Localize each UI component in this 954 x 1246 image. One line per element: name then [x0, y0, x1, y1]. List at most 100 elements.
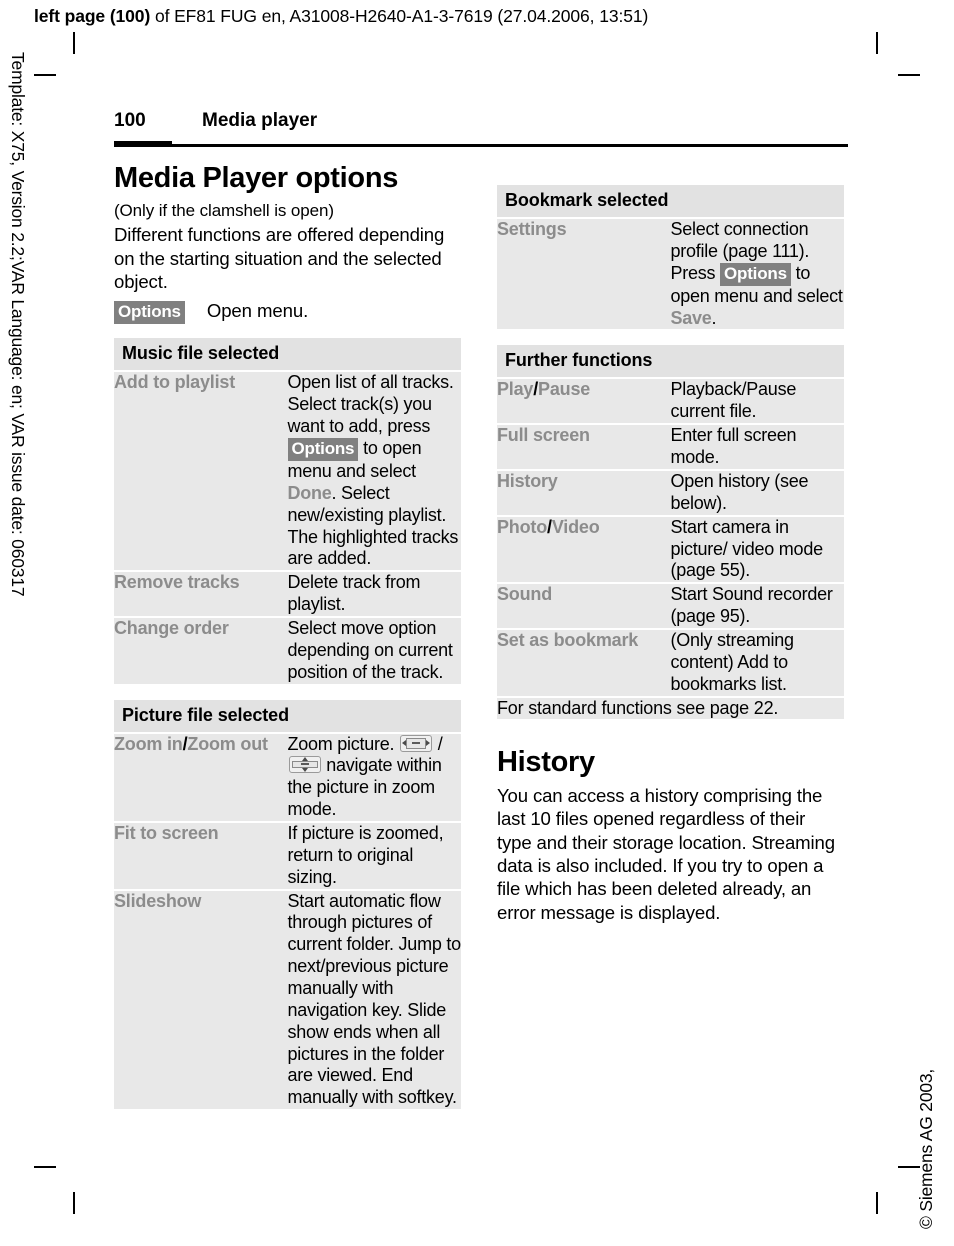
options-table: Bookmark selected Settings Select connecti…: [497, 185, 844, 332]
option-description-cell: Zoom picture. / navigate within the pict…: [287, 732, 461, 823]
option-name-cell: Photo/Video: [497, 515, 671, 585]
option-name-cell: Remove tracks: [114, 571, 288, 618]
table-row: Set as bookmark (Only streaming content) …: [497, 628, 844, 698]
option-description-cell: Start automatic flow through pictures of…: [287, 889, 461, 1112]
table-row: Photo/Video Start camera in picture/ vide…: [497, 515, 844, 585]
table-row: Play/Pause Playback/Pause current file.: [497, 378, 844, 426]
table-header-row: Picture file selected: [114, 699, 461, 734]
clamshell-note: (Only if the clamshell is open): [114, 200, 334, 220]
table-footer-label: For standard functions see page 22.: [497, 696, 844, 722]
table-header-label: Picture file selected: [114, 699, 461, 734]
crop-mark-bottom-right-vertical: [876, 1192, 878, 1214]
left-column-tables: Music file selected Add to playlist Open l…: [114, 338, 461, 1112]
crop-mark-top-right-horizontal: [898, 74, 920, 76]
history-body: You can access a history comprising the …: [497, 785, 835, 923]
options-softkey-line: Options Open menu.: [114, 300, 461, 325]
options-table: Picture file selected Zoom in/Zoom out Zoo…: [114, 699, 461, 1112]
option-name-cell: Add to playlist: [114, 371, 288, 573]
option-description-cell: Start Sound recorder (page 95).: [670, 583, 844, 630]
navkey-arrow-u-icon: [301, 757, 308, 762]
table-row: Remove tracks Delete track from playlist.: [114, 571, 461, 618]
crop-mark-top-left-horizontal: [34, 74, 56, 76]
table-header-row: Music file selected: [114, 338, 461, 373]
chapter-title: Media player: [202, 110, 318, 131]
crop-mark-bottom-left-horizontal: [34, 1166, 56, 1168]
option-description-cell: Open list of all tracks. Select track(s)…: [287, 371, 461, 573]
menu-term: Pause: [538, 379, 591, 400]
option-name-cell: Full screen: [497, 424, 671, 471]
menu-term: Zoom in: [114, 733, 183, 754]
print-header: left page (100) of EF81 FUG en, A31008-H…: [34, 6, 648, 27]
option-name-cell: Zoom in/Zoom out: [114, 732, 288, 823]
options-table: Further functions Play/Pause Playback/Paus…: [497, 345, 844, 722]
option-name-cell: Set as bookmark: [497, 628, 671, 698]
history-heading: History: [497, 746, 595, 779]
table-row: Zoom in/Zoom out Zoom picture. / navigate…: [114, 732, 461, 823]
navkey-bar: [300, 763, 309, 766]
option-description-cell: (Only streaming content) Add to bookmark…: [670, 628, 844, 698]
table-header-row: Further functions: [497, 345, 844, 380]
option-name-cell: Fit to screen: [114, 821, 288, 891]
menu-term: Video: [551, 516, 600, 537]
option-description-cell: Open history (see below).: [670, 469, 844, 517]
navkey-arrow-l-icon: [402, 739, 407, 746]
option-name-cell: Sound: [497, 583, 671, 630]
table-header-row: Bookmark selected: [497, 185, 844, 219]
menu-term: Photo: [497, 516, 547, 537]
option-description-cell: Delete track from playlist.: [287, 571, 461, 618]
table-row: History Open history (see below).: [497, 469, 844, 517]
history-section: History You can access a history compris…: [497, 746, 844, 924]
option-name-cell: Play/Pause: [497, 378, 671, 426]
navkey-arrow-d-icon: [301, 768, 308, 773]
table-header-label: Further functions: [497, 345, 844, 380]
options-softkey-badge[interactable]: Options: [720, 262, 791, 286]
navkey-arrow-r-icon: [426, 739, 431, 746]
copyright-margin-note: © Siemens AG 2003,: [916, 1068, 936, 1229]
table-row: Full screen Enter full screen mode.: [497, 424, 844, 471]
table-row: Slideshow Start automatic flow through pi…: [114, 889, 461, 1112]
crop-mark-top-right-vertical: [876, 32, 878, 54]
option-description-cell: Playback/Pause current file.: [670, 378, 844, 426]
table-row: Fit to screen If picture is zoomed, retur…: [114, 821, 461, 891]
menu-term: Save: [670, 307, 712, 328]
option-name-cell: Settings: [497, 218, 671, 332]
option-description-cell: Select move option depending on current …: [287, 616, 461, 686]
options-table: Music file selected Add to playlist Open l…: [114, 338, 461, 686]
option-name-cell: Change order: [114, 616, 288, 686]
print-header-rest: of EF81 FUG en, A31008-H2640-A1-3-7619 (…: [150, 6, 649, 26]
print-header-bold: left page (100): [34, 6, 151, 26]
right-column-tables: Bookmark selected Settings Select connecti…: [497, 185, 844, 722]
table-row: Add to playlist Open list of all tracks. …: [114, 371, 461, 573]
menu-term: Play: [497, 379, 534, 400]
header-rule: [114, 141, 848, 147]
table-footer-row: For standard functions see page 22.: [497, 696, 844, 722]
option-name-cell: History: [497, 469, 671, 517]
crop-mark-top-left-vertical: [73, 32, 75, 54]
option-description-cell: If picture is zoomed, return to original…: [287, 821, 461, 891]
crop-mark-bottom-left-vertical: [73, 1192, 75, 1214]
page-title: Media Player options: [114, 162, 399, 194]
running-head: 100 Media player: [114, 110, 848, 147]
menu-term: Zoom out: [187, 733, 268, 754]
options-softkey-description: Open menu.: [206, 300, 309, 322]
option-description-cell: Select connection profile (page 111). Pre…: [670, 218, 844, 332]
menu-term: Done: [287, 482, 332, 503]
table-header-label: Music file selected: [114, 338, 461, 373]
option-description-cell: Start camera in picture/ video mode (pag…: [670, 515, 844, 585]
table-header-label: Bookmark selected: [497, 185, 844, 219]
right-column: Bookmark selected Settings Select connecti…: [497, 171, 844, 924]
header-rule-thick: [114, 141, 172, 147]
left-column: Media Player options (Only if the clamsh…: [114, 162, 461, 1112]
page-number: 100: [114, 110, 146, 131]
table-row: Settings Select connection profile (page …: [497, 218, 844, 332]
option-name-cell: Slideshow: [114, 889, 288, 1112]
option-description-cell: Enter full screen mode.: [670, 424, 844, 471]
navkey-vertical-icon: [288, 756, 321, 774]
options-softkey-badge[interactable]: Options: [287, 437, 359, 461]
table-row: Change order Select move option depending…: [114, 616, 461, 686]
options-softkey-badge[interactable]: Options: [114, 301, 185, 325]
intro-paragraph: Different functions are offered dependin…: [114, 224, 445, 292]
navkey-bar: [412, 741, 421, 744]
table-row: Sound Start Sound recorder (page 95).: [497, 583, 844, 630]
navkey-horizontal-icon: [400, 734, 433, 752]
